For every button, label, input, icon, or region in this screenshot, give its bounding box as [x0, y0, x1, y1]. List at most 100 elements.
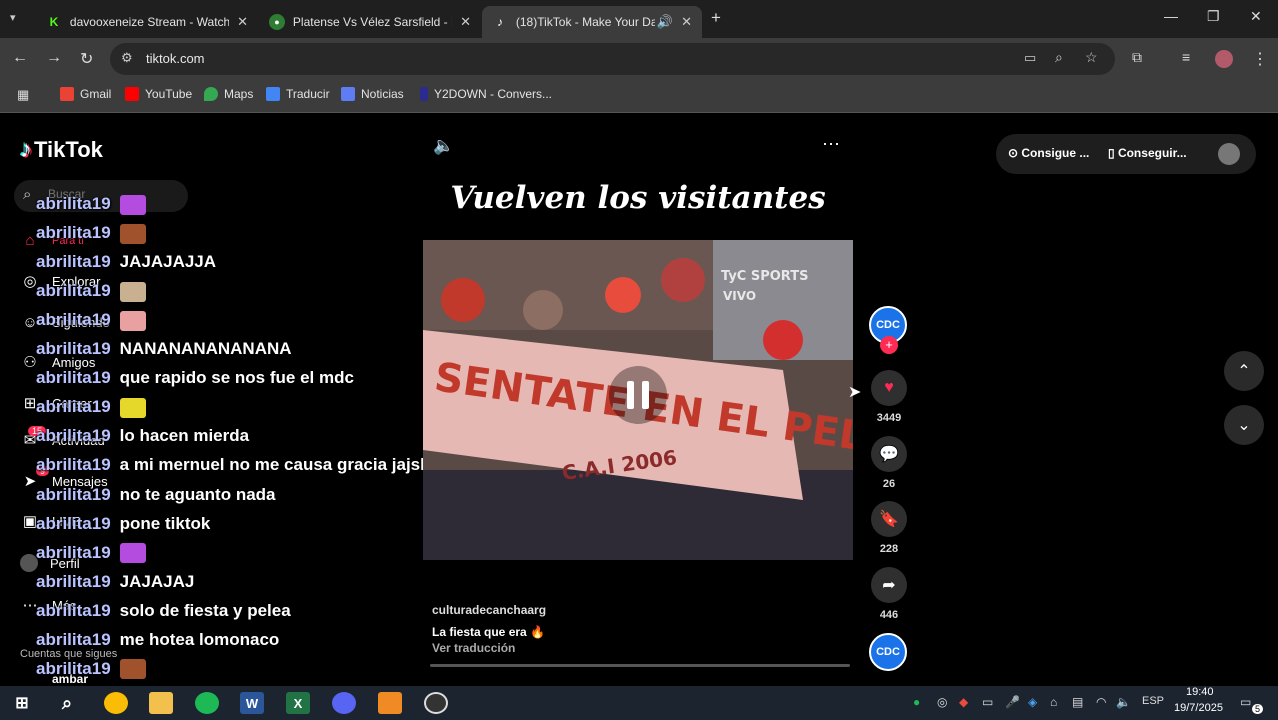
video-player[interactable]: SENTATE EN EL PELADO C.A.I 2006 TyC SPOR… — [423, 240, 853, 560]
language-indicator[interactable]: ESP — [1142, 695, 1164, 707]
brand-name: TikTok — [34, 137, 103, 162]
clock-time[interactable]: 19:40 — [1186, 686, 1214, 698]
media-controls-icon[interactable]: ≡ — [1182, 49, 1190, 65]
chat-text: que rapido se nos fue el mdc — [119, 368, 354, 388]
translate-link[interactable]: Ver traducción — [432, 641, 515, 655]
close-window-button[interactable]: ✕ — [1250, 8, 1262, 25]
video-author[interactable]: culturadecanchaarg — [432, 603, 546, 617]
bookmark-label: Noticias — [361, 87, 404, 101]
bookmark-youtube[interactable]: YouTube — [125, 87, 192, 101]
tray-app-icon[interactable]: ◆ — [959, 695, 968, 709]
comment-action[interactable]: 💬 26 — [871, 436, 907, 490]
comment-icon[interactable]: 💬 — [871, 436, 907, 472]
bookmark-gmail[interactable]: Gmail — [60, 87, 111, 101]
obs-icon[interactable] — [424, 692, 448, 714]
tray-settings-icon[interactable]: ◈ — [1028, 695, 1037, 709]
wifi-icon[interactable]: ◠ — [1096, 695, 1106, 709]
close-icon[interactable]: ✕ — [681, 14, 692, 30]
chat-text: no te aguanto nada — [119, 484, 276, 504]
close-icon[interactable]: ✕ — [460, 14, 471, 30]
chat-message: abrilita19 JAJAJAJJA — [36, 252, 216, 272]
heart-icon[interactable]: ♥ — [871, 370, 907, 406]
more-options-icon[interactable]: ⋯ — [822, 134, 840, 155]
bookmark-star-icon[interactable]: ☆ — [1085, 49, 1098, 66]
microphone-icon[interactable]: 🎤 — [1005, 695, 1020, 709]
chat-username: abrilita19 — [36, 426, 111, 446]
chat-emote-icon — [119, 281, 146, 302]
desktop-icon: ⊙ — [1008, 146, 1022, 160]
new-tab-button[interactable]: + — [711, 8, 721, 28]
chrome-icon[interactable] — [104, 692, 128, 714]
tray-steam-icon[interactable]: ◎ — [937, 695, 947, 709]
search-icon[interactable]: ⌕ — [55, 692, 79, 714]
chat-username: abrilita19 — [36, 223, 111, 243]
file-explorer-icon[interactable] — [149, 692, 173, 714]
creator-avatar[interactable]: CDC + — [869, 306, 907, 354]
get-app-bar: ⊙ Consigue ... ▯ Conseguir... — [996, 134, 1256, 174]
follow-plus-icon[interactable]: + — [880, 336, 898, 354]
previous-video-button[interactable]: ⌃ — [1224, 351, 1264, 391]
like-action[interactable]: ♥ 3449 — [871, 370, 907, 424]
tab-search-icon[interactable]: ▾ — [10, 11, 16, 24]
bookmark-label: Y2DOWN - Convers... — [434, 87, 553, 101]
chat-message: abrilita19 — [36, 223, 146, 244]
back-button[interactable]: ← — [12, 49, 28, 67]
notifications-icon[interactable]: ▭ — [1240, 695, 1251, 709]
get-mobile-app-button[interactable]: ▯ Conseguir... — [1108, 146, 1187, 160]
tab-tiktok[interactable]: ♪ (18)TikTok - Make Your Day 🔊 ✕ — [482, 6, 702, 38]
profile-avatar[interactable] — [1218, 143, 1240, 165]
install-icon[interactable]: ▭ — [1024, 50, 1036, 66]
chat-username: abrilita19 — [36, 542, 111, 562]
chat-username: abrilita19 — [36, 455, 111, 475]
tray-storage-icon[interactable]: ▤ — [1072, 695, 1083, 709]
tray-battery-icon[interactable]: ▭ — [982, 695, 993, 709]
spotify-icon[interactable] — [195, 692, 219, 714]
bookmark-noticias[interactable]: Noticias — [341, 87, 404, 101]
video-progress-bar[interactable] — [430, 664, 850, 667]
clock-date[interactable]: 19/7/2025 — [1174, 702, 1223, 714]
extensions-icon[interactable]: ⧉ — [1132, 49, 1142, 66]
chat-text: pone tiktok — [119, 513, 211, 533]
chat-username: abrilita19 — [36, 281, 111, 301]
tray-network-icon[interactable]: ⌂ — [1050, 695, 1057, 709]
close-icon[interactable]: ✕ — [237, 14, 248, 30]
video-overlay-title: Vuelven los visitantes — [450, 180, 826, 216]
address-bar[interactable]: ⚙ tiktok.com ▭ ⌕ ☆ — [110, 43, 1115, 75]
get-app-button[interactable]: ⊙ Consigue ... — [1008, 146, 1089, 160]
tab-kick[interactable]: K davooxeneize Stream - Watch L ✕ — [36, 6, 258, 38]
forward-button[interactable]: → — [46, 49, 62, 67]
apps-icon[interactable]: ▦ — [17, 87, 29, 103]
tray-spotify-icon[interactable]: ● — [913, 695, 920, 709]
menu-icon[interactable]: ⋮ — [1252, 49, 1268, 69]
windows-start-icon[interactable]: ⊞ — [10, 692, 34, 714]
next-video-button[interactable]: ⌄ — [1224, 405, 1264, 445]
volume-icon[interactable]: 🔈 — [433, 136, 454, 156]
channel-watermark: TyC SPORTS — [721, 269, 808, 284]
discord-icon[interactable] — [332, 692, 356, 714]
music-disc-avatar[interactable]: CDC — [869, 633, 907, 671]
tab-platense[interactable]: ● Platense Vs Vélez Sarsfield - Re ✕ — [259, 6, 481, 38]
pause-icon — [627, 381, 634, 409]
bookmark-maps[interactable]: Maps — [204, 87, 253, 101]
chat-emote-icon — [119, 543, 146, 564]
save-action[interactable]: 🔖 228 — [871, 501, 907, 555]
share-icon[interactable]: ➦ — [871, 567, 907, 603]
chat-message: abrilita19 — [36, 543, 146, 564]
zoom-icon[interactable]: ⌕ — [1055, 49, 1063, 66]
pause-button[interactable] — [609, 366, 667, 424]
fl-studio-icon[interactable] — [378, 692, 402, 714]
speaker-icon[interactable]: 🔊 — [657, 14, 673, 30]
word-icon[interactable]: W — [240, 692, 264, 714]
tiktok-logo[interactable]: ♪ TikTok — [20, 136, 103, 164]
share-action[interactable]: ➦ 446 — [871, 567, 907, 621]
bookmark-y2down[interactable]: Y2DOWN - Convers... — [420, 87, 552, 101]
site-info-icon[interactable]: ⚙ — [121, 50, 133, 66]
bookmark-traducir[interactable]: Traducir — [266, 87, 330, 101]
minimize-button[interactable]: — — [1164, 8, 1178, 24]
excel-icon[interactable]: X — [286, 692, 310, 714]
restore-button[interactable]: ❐ — [1207, 8, 1220, 25]
bookmark-icon[interactable]: 🔖 — [871, 501, 907, 537]
reload-button[interactable]: ↻ — [80, 49, 93, 69]
profile-avatar[interactable] — [1215, 50, 1233, 68]
volume-icon[interactable]: 🔈 — [1116, 695, 1131, 709]
